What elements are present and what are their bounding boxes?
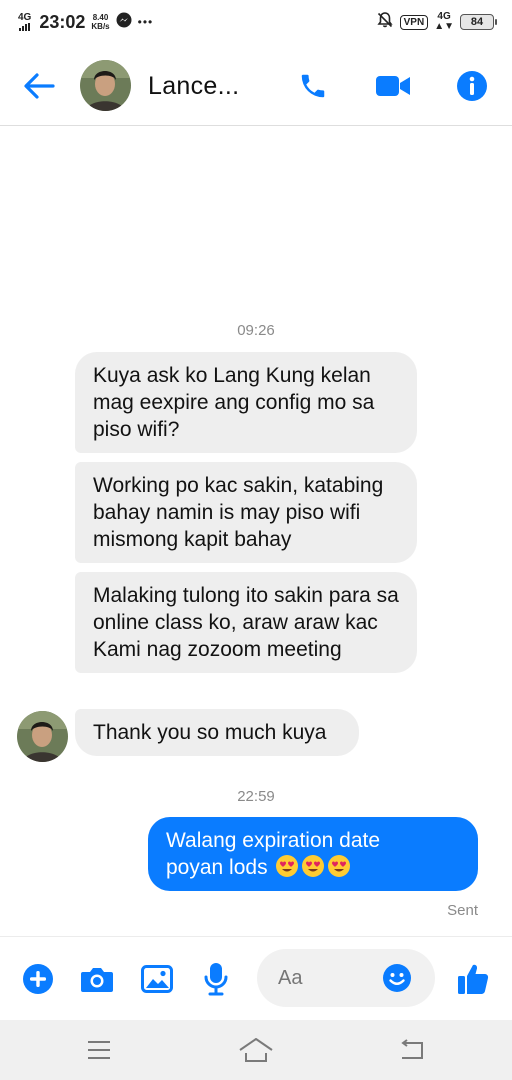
contact-name[interactable]: Lance... xyxy=(148,72,239,101)
voice-clip-button[interactable] xyxy=(198,961,234,997)
incoming-message[interactable]: Thank you so much kuya xyxy=(75,709,359,756)
outgoing-message[interactable]: Walang expiration date poyan lods xyxy=(148,817,478,891)
outgoing-message-line: Walang expiration date xyxy=(166,829,381,852)
status-right: VPN 4G ▲▼ 84 xyxy=(376,11,497,34)
camera-button[interactable] xyxy=(79,961,115,997)
status-bar: 4G 23:02 8.40 KB/s ••• VPN 4G ▲▼ 84 xyxy=(0,0,512,44)
home-button[interactable] xyxy=(236,1034,276,1066)
contact-avatar[interactable] xyxy=(80,60,131,111)
emoji-icon xyxy=(383,964,411,992)
emoji-button[interactable] xyxy=(381,962,413,994)
battery-indicator: 84 xyxy=(460,14,497,30)
network-type-right: 4G xyxy=(437,11,451,22)
thumbs-up-icon xyxy=(458,964,489,994)
signal-icon: 4G xyxy=(18,13,31,31)
microphone-icon xyxy=(204,963,228,996)
home-icon xyxy=(239,1038,273,1062)
speed-unit: KB/s xyxy=(91,22,110,31)
back-nav-button[interactable] xyxy=(392,1034,432,1066)
notifications-off-icon xyxy=(376,11,394,34)
video-call-button[interactable] xyxy=(375,68,411,104)
menu-icon xyxy=(88,1041,110,1059)
vpn-badge: VPN xyxy=(399,14,429,30)
gallery-button[interactable] xyxy=(139,961,175,997)
status-left: 4G 23:02 8.40 KB/s ••• xyxy=(18,12,153,33)
outgoing-message-line: poyan lods xyxy=(166,856,268,879)
plus-icon xyxy=(23,964,53,994)
back-button[interactable] xyxy=(22,70,56,102)
incoming-message[interactable]: Working po kac sakin, katabing bahay nam… xyxy=(75,462,417,563)
voice-call-button[interactable] xyxy=(295,68,331,104)
incoming-message[interactable]: Kuya ask ko Lang Kung kelan mag eexpire … xyxy=(75,352,417,453)
message-timestamp: 09:26 xyxy=(237,322,275,339)
network-type: 4G xyxy=(18,12,32,23)
conversation-header: Lance... xyxy=(0,44,512,126)
clock: 23:02 xyxy=(39,11,86,32)
speed-value: 8.40 xyxy=(92,13,109,22)
mobile-data-icon: 4G ▲▼ xyxy=(434,11,454,32)
info-icon xyxy=(457,71,487,101)
back-icon xyxy=(401,1039,423,1059)
gallery-icon xyxy=(141,965,173,993)
camera-icon xyxy=(81,968,113,992)
recent-apps-button[interactable] xyxy=(79,1034,119,1066)
heart-eyes-emoji xyxy=(302,855,325,877)
message-timestamp: 22:59 xyxy=(237,788,275,805)
heart-eyes-emoji xyxy=(276,855,299,877)
delivery-status: Sent xyxy=(447,902,478,919)
sender-avatar[interactable] xyxy=(17,711,68,762)
message-list[interactable]: 09:26 Kuya ask ko Lang Kung kelan mag ee… xyxy=(0,127,512,935)
messenger-notification-icon xyxy=(116,12,132,33)
more-actions-button[interactable] xyxy=(20,961,56,997)
like-button[interactable] xyxy=(455,961,491,997)
incoming-message[interactable]: Malaking tulong ito sakin para sa online… xyxy=(75,572,417,673)
video-camera-icon xyxy=(376,76,410,96)
network-speed: 8.40 KB/s xyxy=(91,13,109,31)
back-arrow-icon xyxy=(24,73,55,99)
heart-eyes-emoji xyxy=(328,855,351,877)
system-navigation-bar xyxy=(0,1020,512,1080)
more-notifications: ••• xyxy=(137,15,154,29)
phone-icon xyxy=(301,74,325,98)
conversation-info-button[interactable] xyxy=(454,68,490,104)
message-composer xyxy=(0,936,512,1020)
